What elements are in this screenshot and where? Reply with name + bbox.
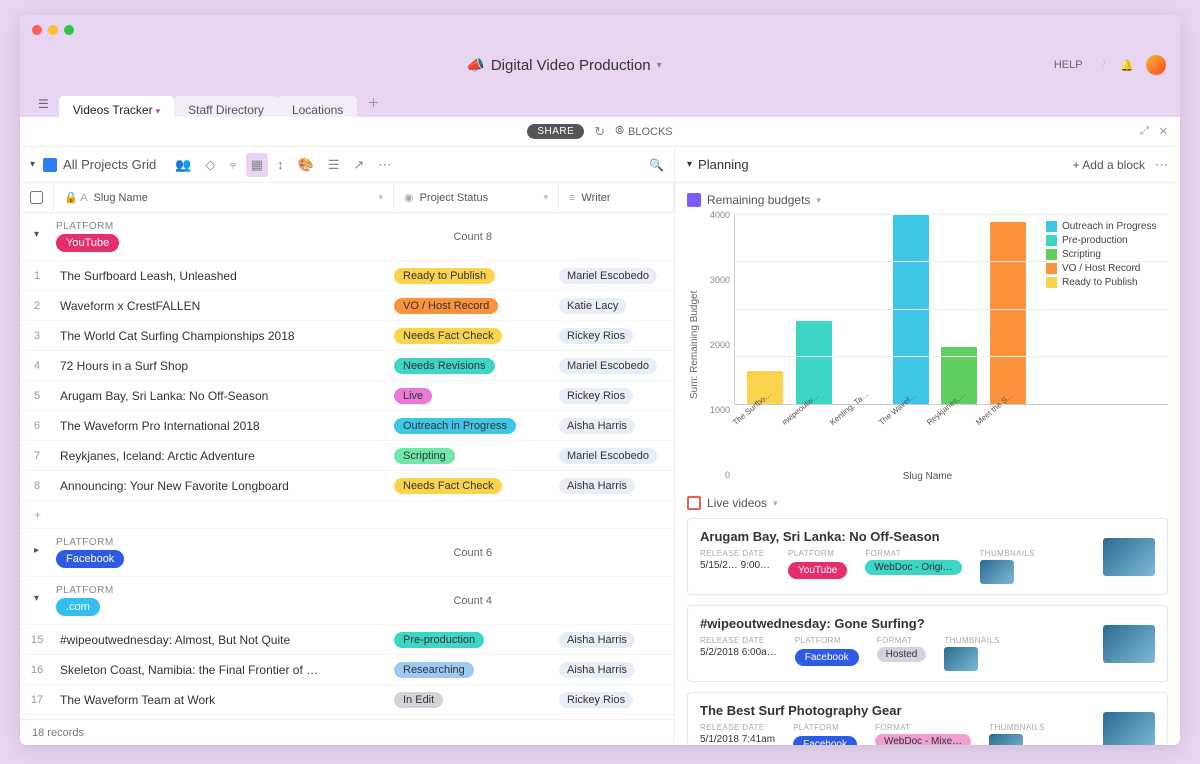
column-project-status[interactable]: ◉Project Status▾ [394, 183, 559, 212]
group-header[interactable]: ▸ PLATFORMFacebook Count 6 [20, 529, 674, 577]
live-video-card[interactable]: Arugam Bay, Sri Lanka: No Off-Season REL… [687, 518, 1168, 595]
share-view-icon[interactable]: ↗ [348, 153, 369, 177]
thumbnail [1103, 538, 1155, 576]
chevron-down-icon[interactable]: ▾ [30, 159, 35, 170]
table-row[interactable]: 16 Skeleton Coast, Namibia: the Final Fr… [20, 655, 674, 685]
minimize-dot[interactable] [48, 25, 58, 35]
help-link[interactable]: HELP [1054, 59, 1083, 71]
thumbnail [1103, 712, 1155, 746]
column-slug-name[interactable]: 🔒 ASlug Name▾ [54, 183, 394, 212]
more-icon[interactable]: ⋯ [373, 153, 396, 177]
record-count-footer: 18 records [20, 719, 674, 745]
zoom-dot[interactable] [64, 25, 74, 35]
group-header[interactable]: ▾ PLATFORMYouTube Count 8 [20, 213, 674, 261]
block-title-budgets[interactable]: Remaining budgets ▾ [687, 193, 1168, 207]
thumbnail-preview [989, 734, 1023, 745]
chart-bar [990, 222, 1026, 404]
remaining-budgets-chart: Sum: Remaining Budget 01000200030004000 … [687, 215, 1168, 475]
thumbnail-preview [944, 647, 978, 671]
table-row[interactable]: 15 #wipeoutwednesday: Almost, But Not Qu… [20, 625, 674, 655]
share-button[interactable]: SHARE [527, 124, 584, 139]
group-icon[interactable]: ▦ [246, 153, 268, 177]
view-title[interactable]: All Projects Grid [43, 157, 156, 172]
tabs-row: ☰ Videos Tracker▾Staff DirectoryLocation… [20, 85, 1180, 117]
table-row[interactable]: 3 The World Cat Surfing Championships 20… [20, 321, 674, 351]
chart-bar [893, 215, 929, 404]
megaphone-icon: 📣 [466, 56, 485, 74]
thumbnail-preview [980, 560, 1014, 584]
add-table-button[interactable]: ＋ [359, 88, 387, 117]
chevron-down-icon: ▾ [657, 60, 662, 71]
add-row-button[interactable]: + [20, 501, 674, 529]
select-all-checkbox[interactable] [30, 191, 43, 204]
more-icon[interactable]: ⋯ [1155, 157, 1168, 173]
color-icon[interactable]: 🎨 [293, 153, 319, 177]
history-icon[interactable]: ↻ [594, 124, 605, 140]
chart-icon [687, 193, 701, 207]
table-row[interactable]: 7 Reykjanes, Iceland: Arctic Adventure S… [20, 441, 674, 471]
chart-legend: Outreach in ProgressPre-productionScript… [1046, 221, 1168, 291]
live-video-card[interactable]: #wipeoutwednesday: Gone Surfing? RELEASE… [687, 605, 1168, 682]
grid-icon [43, 158, 57, 172]
sort-icon[interactable]: ↕ [272, 153, 289, 177]
people-icon[interactable]: 👥 [170, 153, 196, 177]
blocks-button[interactable]: ⦾BLOCKS [615, 125, 672, 138]
avatar[interactable] [1146, 55, 1166, 75]
thumbnail [1103, 625, 1155, 663]
block-title-live-videos[interactable]: Live videos ▾ [687, 496, 1168, 510]
hide-fields-icon[interactable]: ◇ [200, 153, 220, 177]
table-row[interactable]: 8 Announcing: Your New Favorite Longboar… [20, 471, 674, 501]
table-row[interactable]: 4 72 Hours in a Surf Shop Needs Revision… [20, 351, 674, 381]
close-dot[interactable] [32, 25, 42, 35]
search-icon[interactable]: 🔍 [649, 158, 664, 172]
menu-icon[interactable]: ☰ [30, 91, 57, 117]
blocks-panel-title[interactable]: Planning [698, 157, 749, 172]
table-row[interactable]: 17 The Waveform Team at Work In Edit Ric… [20, 685, 674, 715]
column-writer[interactable]: ≡Writer [559, 183, 674, 212]
list-icon [687, 496, 701, 510]
bell-icon[interactable]: 🔔 [1120, 59, 1134, 72]
grid-rows-scroll[interactable]: ▾ PLATFORMYouTube Count 81 The Surfboard… [20, 213, 674, 719]
live-video-card[interactable]: The Best Surf Photography Gear RELEASE D… [687, 692, 1168, 745]
app-header: 📣 Digital Video Production ▾ HELP ❔ 🔔 [20, 45, 1180, 85]
help-icon[interactable]: ❔ [1095, 59, 1109, 72]
chart-ylabel: Sum: Remaining Budget [687, 215, 702, 475]
expand-icon[interactable]: ⤢ [1140, 125, 1149, 138]
close-icon[interactable]: ✕ [1159, 125, 1168, 138]
titlebar [20, 15, 1180, 45]
table-row[interactable]: 1 The Surfboard Leash, Unleashed Ready t… [20, 261, 674, 291]
table-row[interactable]: 5 Arugam Bay, Sri Lanka: No Off-Season L… [20, 381, 674, 411]
add-block-button[interactable]: + Add a block [1073, 158, 1145, 172]
column-header-row: 🔒 ASlug Name▾ ◉Project Status▾ ≡Writer [20, 183, 674, 213]
table-row[interactable]: 2 Waveform x CrestFALLEN VO / Host Recor… [20, 291, 674, 321]
table-row[interactable]: 6 The Waveform Pro International 2018 Ou… [20, 411, 674, 441]
base-title[interactable]: 📣 Digital Video Production ▾ [466, 56, 662, 74]
row-height-icon[interactable]: ☰ [323, 153, 345, 177]
group-header[interactable]: ▾ PLATFORM.com Count 4 [20, 577, 674, 625]
filter-icon[interactable]: ⫧ [224, 153, 241, 177]
view-toolbar: ▾ All Projects Grid 👥 ◇ ⫧ ▦ ↕ 🎨 ☰ ↗ ⋯ 🔍 [20, 147, 674, 183]
chevron-down-icon[interactable]: ▾ [687, 159, 692, 170]
